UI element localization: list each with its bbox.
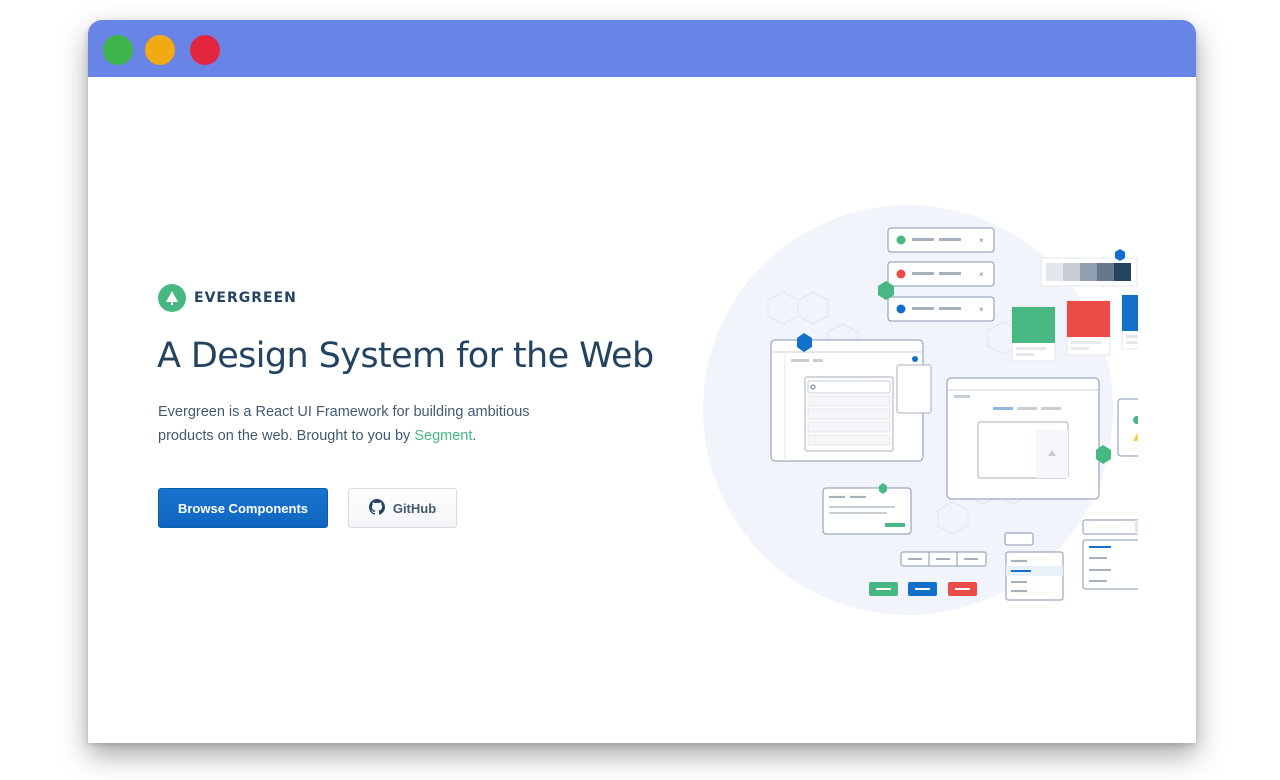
gray-palette xyxy=(1040,249,1138,287)
dialog-mockup xyxy=(822,483,912,535)
button-samples xyxy=(869,582,977,596)
icon-grid-card xyxy=(1117,398,1138,457)
svg-text:×: × xyxy=(979,270,984,279)
components-illustration: × × × xyxy=(703,205,1138,615)
svg-text:×: × xyxy=(979,236,984,245)
window-mockup-center xyxy=(946,377,1111,500)
github-button[interactable]: GitHub xyxy=(348,488,457,528)
browse-components-label: Browse Components xyxy=(177,500,308,516)
alert-success-card: × xyxy=(887,227,995,253)
window-titlebar xyxy=(88,20,1196,77)
page-title: A Design System for the Web xyxy=(157,336,654,376)
alert-danger-card: × xyxy=(887,261,995,287)
alert-info-card: × xyxy=(887,296,995,322)
segment-link[interactable]: Segment xyxy=(414,428,472,444)
evergreen-tree-icon xyxy=(158,284,186,312)
select-mockup xyxy=(1082,519,1138,590)
window-minimize-button[interactable] xyxy=(145,35,175,65)
brand-logo-link[interactable]: EVERGREEN xyxy=(158,284,297,312)
brand-name: EVERGREEN xyxy=(194,290,297,306)
github-icon xyxy=(368,498,385,518)
browse-components-button[interactable]: Browse Components xyxy=(158,488,328,528)
browser-window: EVERGREEN A Design System for the Web Ev… xyxy=(88,20,1196,743)
description-period: . xyxy=(472,428,477,444)
github-label: GitHub xyxy=(392,500,437,516)
svg-text:×: × xyxy=(979,305,984,314)
hero-description: Evergreen is a React UI Framework for bu… xyxy=(158,400,588,448)
window-mockup-left xyxy=(770,333,932,462)
window-close-button[interactable] xyxy=(190,35,220,65)
segmented-control xyxy=(900,551,987,567)
window-maximize-button[interactable] xyxy=(103,35,133,65)
